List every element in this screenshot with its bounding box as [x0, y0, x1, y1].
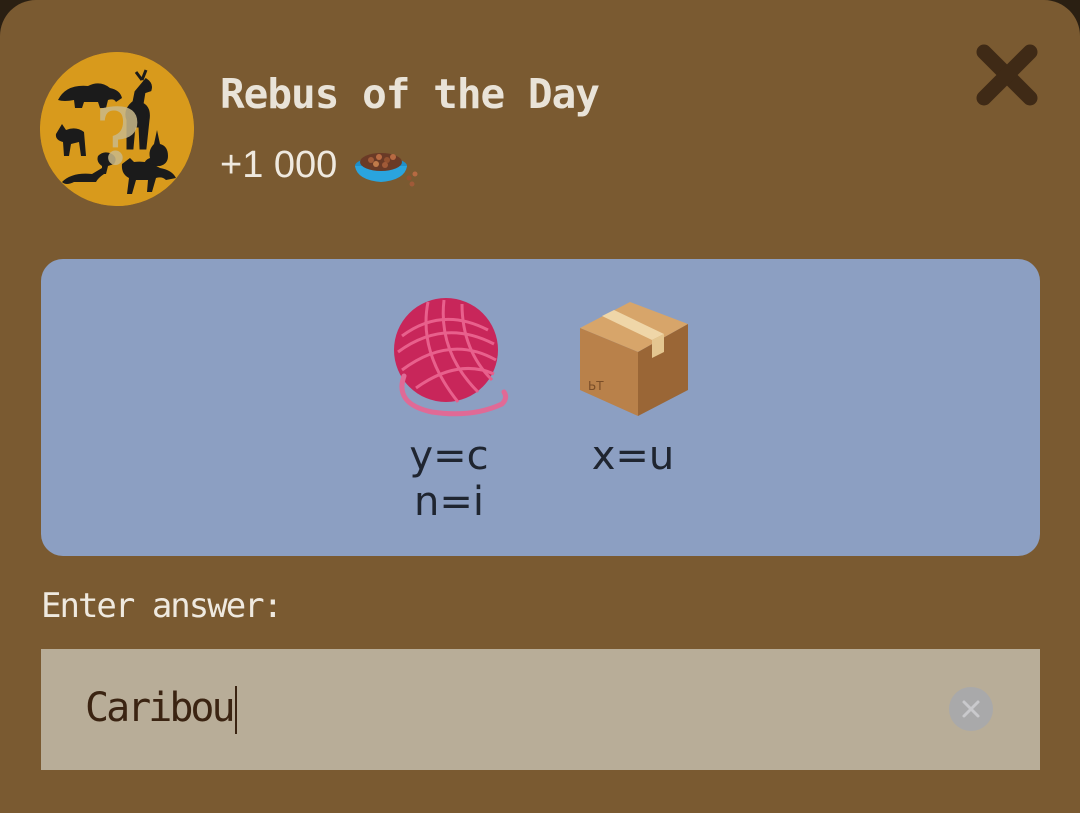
reward-amount: +1 000 — [220, 143, 338, 186]
svg-text:?: ? — [95, 92, 141, 183]
yarn-ball-icon — [388, 296, 510, 420]
reward-row: +1 000 — [220, 140, 421, 190]
close-icon — [976, 44, 1038, 106]
animal-silhouettes-question-icon: ? — [40, 52, 194, 206]
rebus-puzzle-card — [41, 259, 1040, 556]
box-hint-1: x=u — [591, 433, 675, 479]
answer-prompt: Enter answer: — [41, 586, 283, 626]
rebus-dialog: ? Rebus of the Day +1 000 ЬТ y=c n=i x=u… — [0, 0, 1080, 813]
clear-button[interactable] — [949, 687, 993, 731]
answer-input[interactable]: Caribou — [41, 649, 1040, 770]
answer-input-value[interactable]: Caribou — [85, 685, 237, 734]
pet-food-bowl-icon — [351, 140, 421, 190]
cardboard-box-icon: ЬТ — [572, 294, 694, 420]
clear-icon — [962, 700, 980, 718]
dialog-title: Rebus of the Day — [220, 70, 600, 118]
close-button[interactable] — [968, 36, 1046, 114]
yarn-hint-2: n=i — [414, 479, 484, 525]
svg-text:ЬТ: ЬТ — [588, 379, 604, 393]
yarn-hint-1: y=c — [409, 433, 489, 479]
text-caret — [234, 686, 237, 734]
